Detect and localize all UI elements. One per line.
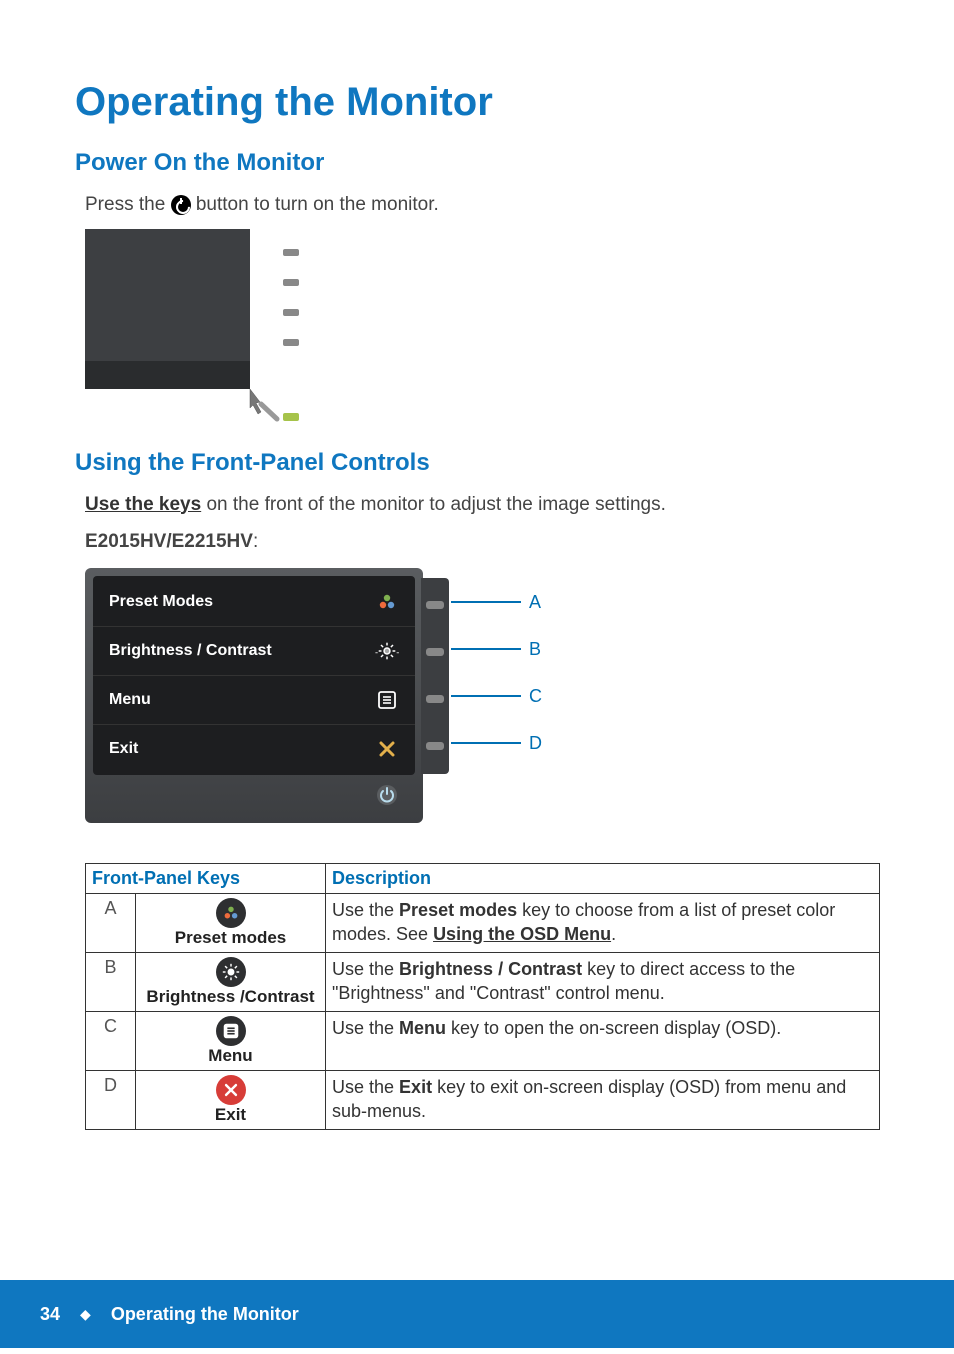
exit-x-icon (216, 1075, 246, 1105)
page-title: Operating the Monitor (75, 80, 879, 125)
osd-panel: Preset Modes Brightness / Contrast -- Me… (85, 568, 423, 823)
table-row: D Exit Use the Exit key to exit on-scree… (86, 1070, 880, 1129)
osd-row-preset-modes[interactable]: Preset Modes (93, 578, 415, 627)
footer-title: Operating the Monitor (111, 1304, 299, 1325)
brightness-icon (216, 957, 246, 987)
callout-letter-c: C (529, 686, 542, 707)
power-on-text-post: button to turn on the monitor. (196, 194, 439, 215)
osd-figure: Preset Modes Brightness / Contrast -- Me… (85, 568, 505, 823)
monitor-power-led (283, 413, 299, 421)
osd-menu-link[interactable]: Using the OSD Menu (433, 924, 611, 944)
section-front-panel-heading: Using the Front-Panel Controls (75, 449, 879, 477)
front-panel-text-rest: on the front of the monitor to adjust th… (201, 494, 666, 515)
callout-letter-b: B (529, 639, 541, 660)
model-bold: E2015HV/E2215HV (85, 531, 253, 552)
power-icon[interactable] (375, 783, 399, 807)
footer-diamond-icon: ◆ (80, 1306, 91, 1323)
callout-letter-d: D (529, 733, 542, 754)
monitor-side-button (283, 309, 299, 316)
row-letter: C (86, 1011, 136, 1070)
preset-modes-icon (375, 590, 399, 614)
osd-row-brightness[interactable]: Brightness / Contrast -- (93, 627, 415, 676)
key-name: Exit (215, 1105, 246, 1125)
row-letter: A (86, 893, 136, 952)
preset-modes-icon (216, 898, 246, 928)
osd-power-row (93, 775, 415, 809)
menu-icon (375, 688, 399, 712)
table-row: B Brightness /Contrast Use the Brightnes… (86, 952, 880, 1011)
osd-side-button[interactable] (421, 629, 449, 676)
osd-side-button[interactable] (421, 723, 449, 770)
table-row: A Preset modes Use the Preset modes key … (86, 893, 880, 952)
osd-label-brightness: Brightness / Contrast (109, 642, 272, 660)
row-description: Use the Preset modes key to choose from … (326, 893, 880, 952)
row-letter: D (86, 1070, 136, 1129)
power-on-text: Press the button to turn on the monitor. (85, 191, 879, 219)
osd-row-exit[interactable]: Exit (93, 725, 415, 773)
monitor-side-button (283, 249, 299, 256)
osd-label-menu: Menu (109, 691, 151, 709)
footer-page-number: 34 (40, 1304, 60, 1325)
page-footer: 34 ◆ Operating the Monitor (0, 1280, 954, 1348)
callout-line (451, 648, 521, 650)
power-icon (171, 195, 191, 215)
callout-line (451, 695, 521, 697)
osd-side-button[interactable] (421, 582, 449, 629)
row-letter: B (86, 952, 136, 1011)
monitor-screen (85, 229, 250, 389)
osd-label-exit: Exit (109, 740, 138, 758)
svg-text:-: - (396, 647, 399, 657)
power-on-text-pre: Press the (85, 194, 171, 215)
menu-icon (216, 1016, 246, 1046)
monitor-bezel-bottom (85, 361, 250, 389)
monitor-illustration (85, 229, 285, 429)
brightness-icon: -- (375, 639, 399, 663)
front-panel-keys-table: Front-Panel Keys Description A Preset mo… (85, 863, 880, 1130)
callout-line (451, 742, 521, 744)
monitor-side-button (283, 279, 299, 286)
row-description: Use the Menu key to open the on-screen d… (326, 1011, 880, 1070)
cursor-icon (245, 384, 285, 424)
use-keys-link[interactable]: Use the keys (85, 494, 201, 515)
monitor-side-button (283, 339, 299, 346)
model-colon: : (253, 531, 258, 552)
model-line: E2015HV/E2215HV: (85, 528, 879, 556)
osd-row-menu[interactable]: Menu (93, 676, 415, 725)
table-header-keys: Front-Panel Keys (86, 863, 326, 893)
table-header-description: Description (326, 863, 880, 893)
row-description: Use the Exit key to exit on-screen displ… (326, 1070, 880, 1129)
osd-label-preset-modes: Preset Modes (109, 593, 213, 611)
front-panel-text: Use the keys on the front of the monitor… (85, 491, 879, 519)
key-name: Menu (208, 1046, 252, 1066)
key-name: Preset modes (175, 928, 287, 948)
osd-side-button[interactable] (421, 676, 449, 723)
section-power-on-heading: Power On the Monitor (75, 149, 879, 177)
exit-x-icon (375, 737, 399, 761)
row-description: Use the Brightness / Contrast key to dir… (326, 952, 880, 1011)
osd-side-buttons (421, 578, 449, 774)
callout-letter-a: A (529, 592, 541, 613)
key-name: Brightness /Contrast (146, 987, 314, 1007)
svg-text:-: - (375, 647, 378, 657)
table-row: C Menu Use the Menu key to open the on-s… (86, 1011, 880, 1070)
callout-line (451, 601, 521, 603)
